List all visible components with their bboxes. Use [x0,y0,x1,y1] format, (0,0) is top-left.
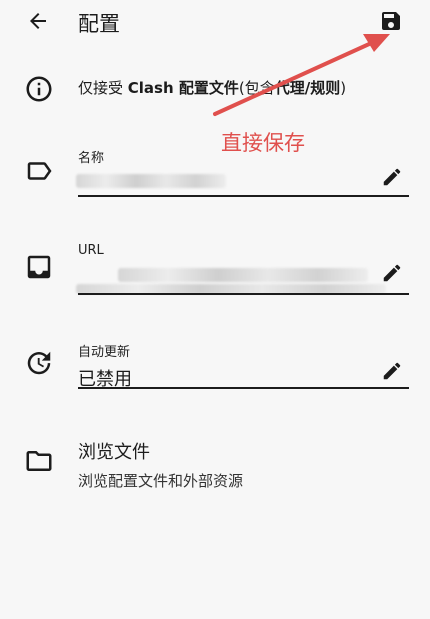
name-redacted [76,174,226,188]
browse-files-title: 浏览文件 [78,442,150,463]
folder-icon [26,451,52,471]
auto-update-label: 自动更新 [78,345,131,360]
url-label: URL [78,243,104,258]
edit-pencil-icon[interactable] [381,166,403,188]
browse-files-subtitle: 浏览配置文件和外部资源 [78,472,244,490]
inbox-tray-icon [27,255,51,279]
label-tag-icon [27,162,52,180]
save-icon[interactable] [379,9,403,33]
url-redacted-1 [118,268,368,282]
name-field[interactable]: 名称 [76,144,409,198]
url-field[interactable]: URL [76,240,409,296]
name-label: 名称 [78,151,105,166]
auto-update-field[interactable]: 自动更新 已禁用 [78,338,409,392]
app-bar: 配置 [0,0,430,46]
edit-pencil-icon[interactable] [381,262,403,284]
url-underline [78,293,409,295]
page-title: 配置 [78,12,120,36]
auto-update-underline [78,387,409,389]
update-clock-icon [27,351,51,375]
info-icon [26,76,52,102]
name-underline [78,195,409,197]
edit-pencil-icon[interactable] [381,360,403,382]
config-hint-text: 仅接受 Clash 配置文件(包含代理/规则) [78,79,347,97]
back-arrow-icon[interactable] [26,9,50,33]
